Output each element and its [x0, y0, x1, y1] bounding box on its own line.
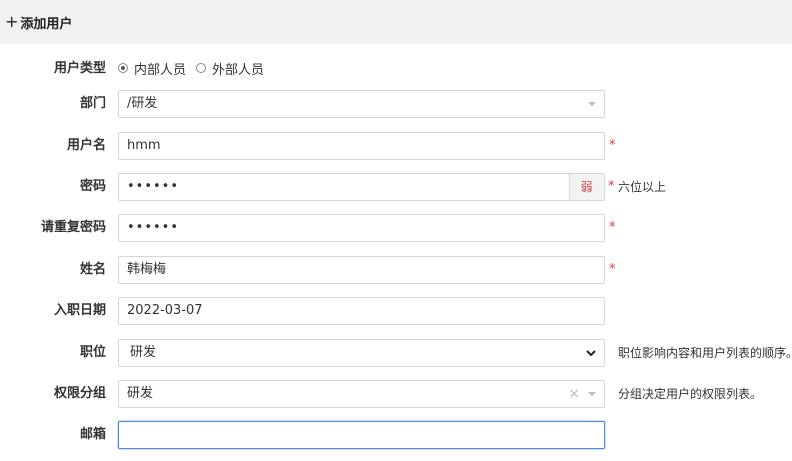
password-label: 密码: [79, 179, 106, 194]
role-label: 职位: [79, 345, 106, 360]
confirm-password-input[interactable]: ••••••: [118, 214, 605, 242]
user-type-label: 用户类型: [53, 61, 106, 76]
plus-icon: +: [5, 12, 19, 31]
role-select[interactable]: 研发: [118, 339, 605, 367]
dept-label: 部门: [79, 96, 106, 111]
required-mark: *: [608, 179, 615, 194]
role-hint: 职位影响内容和用户列表的顺序。: [618, 346, 792, 360]
radio-external[interactable]: 外部人员: [196, 59, 264, 78]
realname-value: 韩梅梅: [127, 262, 167, 277]
dept-select[interactable]: /研发: [118, 90, 605, 118]
password-input[interactable]: •••••• 弱: [118, 173, 605, 201]
username-label: 用户名: [66, 138, 106, 153]
required-mark: *: [609, 262, 616, 277]
radio-unchecked-icon[interactable]: [196, 63, 207, 73]
radio-internal[interactable]: 内部人员: [118, 59, 186, 78]
dept-value: /研发: [127, 96, 158, 111]
radio-internal-label: 内部人员: [134, 62, 187, 78]
page-title: 添加用户: [20, 16, 73, 32]
clear-icon[interactable]: ×: [568, 381, 580, 407]
password-value: ••••••: [127, 179, 180, 194]
group-label: 权限分组: [53, 386, 106, 401]
user-type-radio-group: 内部人员 外部人员: [118, 58, 274, 78]
radio-external-label: 外部人员: [212, 62, 265, 78]
join-date-value: 2022-03-07: [127, 303, 203, 318]
chevron-down-icon: [586, 350, 596, 357]
group-value: 研发: [127, 386, 154, 401]
required-mark: *: [609, 138, 616, 153]
password-strength-badge: 弱: [569, 174, 604, 200]
confirm-password-value: ••••••: [127, 220, 180, 235]
required-mark: *: [609, 220, 616, 235]
chevron-down-icon: [588, 392, 596, 396]
join-date-label: 入职日期: [53, 303, 106, 318]
realname-input[interactable]: 韩梅梅: [118, 256, 605, 284]
radio-checked-icon[interactable]: [118, 63, 128, 73]
username-input[interactable]: hmm: [118, 132, 605, 160]
password-hint: 六位以上: [618, 180, 667, 194]
email-label: 邮箱: [79, 427, 106, 442]
page-header: + 添加用户: [0, 0, 792, 44]
group-select[interactable]: 研发 ×: [118, 380, 605, 408]
realname-label: 姓名: [79, 262, 106, 277]
role-value: 研发: [130, 345, 157, 360]
join-date-input[interactable]: 2022-03-07: [118, 297, 605, 325]
group-hint: 分组决定用户的权限列表。: [618, 387, 763, 401]
username-value: hmm: [127, 138, 161, 153]
confirm-password-label: 请重复密码: [40, 220, 106, 235]
chevron-down-icon: [588, 102, 596, 106]
email-input[interactable]: [118, 421, 605, 449]
